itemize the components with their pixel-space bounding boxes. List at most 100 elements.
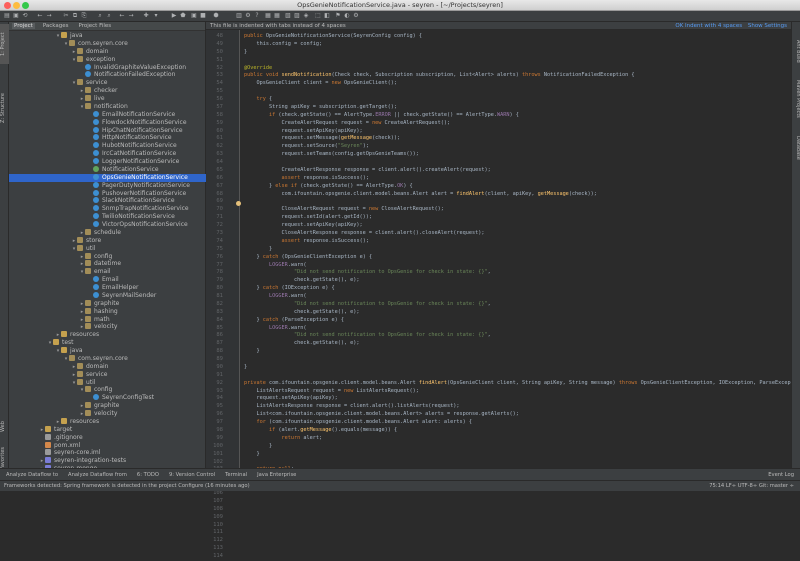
toolbar-button-icon[interactable]: ◐	[343, 12, 351, 20]
toolbar-button-icon[interactable]: ←	[36, 12, 44, 20]
tree-item[interactable]: .gitignore	[9, 433, 206, 442]
tree-item[interactable]: ▸ math	[9, 315, 206, 324]
tab-project[interactable]: 1: Project	[0, 24, 9, 64]
tree-item[interactable]: ▾ util	[9, 378, 206, 387]
tool-analyze-dataflow-to[interactable]: Analyze Dataflow to	[6, 472, 58, 478]
tree-item[interactable]: ▸ domain	[9, 362, 206, 371]
tree-item[interactable]: ▸ seyren-integration-tests	[9, 457, 206, 465]
toolbar-button-icon[interactable]: ←	[118, 12, 126, 20]
code-line[interactable]: }	[244, 364, 247, 372]
code-line[interactable]: try {	[244, 96, 273, 104]
tree-item[interactable]: seyren-core.iml	[9, 449, 206, 457]
code-line[interactable]: private com.ifountain.opsgenie.client.mo…	[244, 380, 791, 388]
toolbar-button-icon[interactable]: →	[45, 12, 53, 20]
code-line[interactable]: request.setApiKey(apiKey);	[244, 128, 362, 136]
tree-item[interactable]: LoggerNotificationService	[9, 158, 206, 166]
tree-item[interactable]: VictorOpsNotificationService	[9, 221, 206, 229]
tree-item[interactable]: NotificationService	[9, 165, 206, 174]
code-line[interactable]: public void sendNotification(Check check…	[244, 72, 634, 80]
toolbar-button-icon[interactable]: →	[127, 12, 135, 20]
code-line[interactable]: request.setTeams(config.getOpsGenieTeams…	[244, 151, 418, 159]
code-line[interactable]: if (alert.getMessage().equals(message)) …	[244, 427, 397, 435]
tree-item[interactable]: ▸ graphite	[9, 299, 206, 308]
tab-web[interactable]: Web	[0, 418, 9, 436]
code-line[interactable]: String apiKey = subscription.getTarget()…	[244, 104, 397, 112]
tree-item[interactable]: EmailNotificationService	[9, 110, 206, 119]
code-line[interactable]: for (com.ifountain.opsgenie.client.model…	[244, 419, 473, 427]
code-line[interactable]: }	[244, 246, 272, 254]
code-line[interactable]: }	[244, 348, 259, 356]
code-line[interactable]: check.getState(), e);	[244, 309, 360, 317]
tree-item[interactable]: PagerDutyNotificationService	[9, 181, 206, 190]
code-line[interactable]: request.setId(alert.getId());	[244, 214, 372, 222]
code-line[interactable]: if (check.getState() == AlertType.ERROR …	[244, 112, 519, 120]
tree-item[interactable]: NotificationFailedException	[9, 71, 206, 79]
code-line[interactable]: request.setApiKey(apiKey);	[244, 222, 362, 230]
toolbar-button-icon[interactable]: ⬢	[212, 12, 220, 20]
lightbulb-icon[interactable]	[236, 201, 241, 206]
tree-item[interactable]: ▾ test	[9, 339, 206, 347]
toolbar-button-icon[interactable]: ■	[199, 12, 207, 20]
toolbar-button-icon[interactable]: ▾	[152, 12, 160, 20]
toolbar-button-icon[interactable]: ✚	[142, 12, 150, 20]
tree-item[interactable]: ▾ com.seyren.core	[9, 354, 206, 363]
tree-item[interactable]: SlackNotificationService	[9, 197, 206, 205]
tree-item[interactable]: ▸ datetime	[9, 260, 206, 268]
tool-todo[interactable]: 6: TODO	[137, 472, 159, 478]
tree-item[interactable]: ▸ resources	[9, 331, 206, 339]
tree-item[interactable]: ▾ util	[9, 244, 206, 253]
tree-item[interactable]: ▸ config	[9, 252, 206, 261]
code-line[interactable]: CloseAlertRequest request = new CloseAle…	[244, 206, 443, 214]
toolbar-button-icon[interactable]: ▶	[170, 12, 178, 20]
toolbar-button-icon[interactable]: ⌕	[105, 12, 113, 20]
code-line[interactable]: CloseAlertResponse response = client.ale…	[244, 230, 484, 238]
tree-item[interactable]: SeyrenConfigTest	[9, 394, 206, 402]
event-log-button[interactable]: Event Log	[768, 472, 794, 478]
code-line[interactable]: CreateAlertRequest request = new CreateA…	[244, 120, 450, 128]
code-line[interactable]: } else if (check.getState() == AlertType…	[244, 183, 413, 191]
tree-item[interactable]: ▾ java	[9, 347, 206, 355]
toolbar-button-icon[interactable]: ⚑	[334, 12, 342, 20]
code-line[interactable]: LOGGER.warn(	[244, 293, 307, 301]
status-right-info[interactable]: 75:14 LF÷ UTF-8÷ Git: master ÷	[709, 481, 794, 492]
tab-database[interactable]: Database	[792, 132, 800, 164]
code-line[interactable]: assert response.isSuccess();	[244, 238, 368, 246]
toolbar-button-icon[interactable]: ◈	[302, 12, 310, 20]
tab-structure[interactable]: Z: Structure	[0, 86, 9, 131]
tree-item[interactable]: PushoverNotificationService	[9, 189, 206, 198]
code-line[interactable]: }	[244, 49, 247, 57]
tree-item[interactable]: ▾ email	[9, 268, 206, 276]
toolbar-button-icon[interactable]: ?	[253, 12, 261, 20]
tree-item[interactable]: ▸ velocity	[9, 410, 206, 418]
code-line[interactable]: ListAlertsResponse response = client.ale…	[244, 403, 459, 411]
code-editor[interactable]: public OpsGenieNotificationService(Seyre…	[240, 30, 791, 468]
toolbar-button-icon[interactable]: ▦	[273, 12, 281, 20]
code-line[interactable]: com.ifountain.opsgenie.client.model.bean…	[244, 191, 596, 199]
tree-item[interactable]: ▸ target	[9, 425, 206, 434]
tree-item[interactable]: ▾ exception	[9, 55, 206, 64]
code-line[interactable]: public OpsGenieNotificationService(Seyre…	[244, 33, 422, 41]
code-line[interactable]: List<com.ifountain.opsgenie.client.model…	[244, 411, 518, 419]
tree-item[interactable]: ▸ service	[9, 370, 206, 379]
tree-item[interactable]: ▾ com.seyren.core	[9, 39, 206, 48]
tree-item[interactable]: IrcCatNotificationService	[9, 150, 206, 158]
show-settings-link[interactable]: Show Settings	[748, 23, 787, 29]
toolbar-button-icon[interactable]: ◧	[323, 12, 331, 20]
tree-item[interactable]: ▾ service	[9, 79, 206, 87]
code-line[interactable]: LOGGER.warn(	[244, 262, 307, 270]
tree-item[interactable]: SnmpTrapNotificationService	[9, 205, 206, 213]
code-line[interactable]: } catch (OpsGenieClientException e) {	[244, 254, 372, 262]
tree-item-selected[interactable]: OpsGenieNotificationService	[9, 173, 206, 182]
code-line[interactable]: } catch (IOException e) {	[244, 285, 334, 293]
tree-item[interactable]: pom.xml	[9, 441, 206, 450]
code-line[interactable]: request.setSource("Seyren");	[244, 143, 368, 151]
toolbar-button-icon[interactable]: ▥	[235, 12, 243, 20]
toolbar-button-icon[interactable]: ✂	[62, 12, 70, 20]
tab-packages[interactable]: Packages	[41, 23, 71, 29]
tree-item[interactable]: ▸ velocity	[9, 323, 206, 331]
tree-item[interactable]: ▸ store	[9, 236, 206, 245]
toolbar-button-icon[interactable]: ▣	[12, 12, 20, 20]
toolbar-button-icon[interactable]: ▣	[190, 12, 198, 20]
tool-java-enterprise[interactable]: Java Enterprise	[257, 472, 296, 478]
tree-item[interactable]: ▾ java	[9, 32, 206, 40]
